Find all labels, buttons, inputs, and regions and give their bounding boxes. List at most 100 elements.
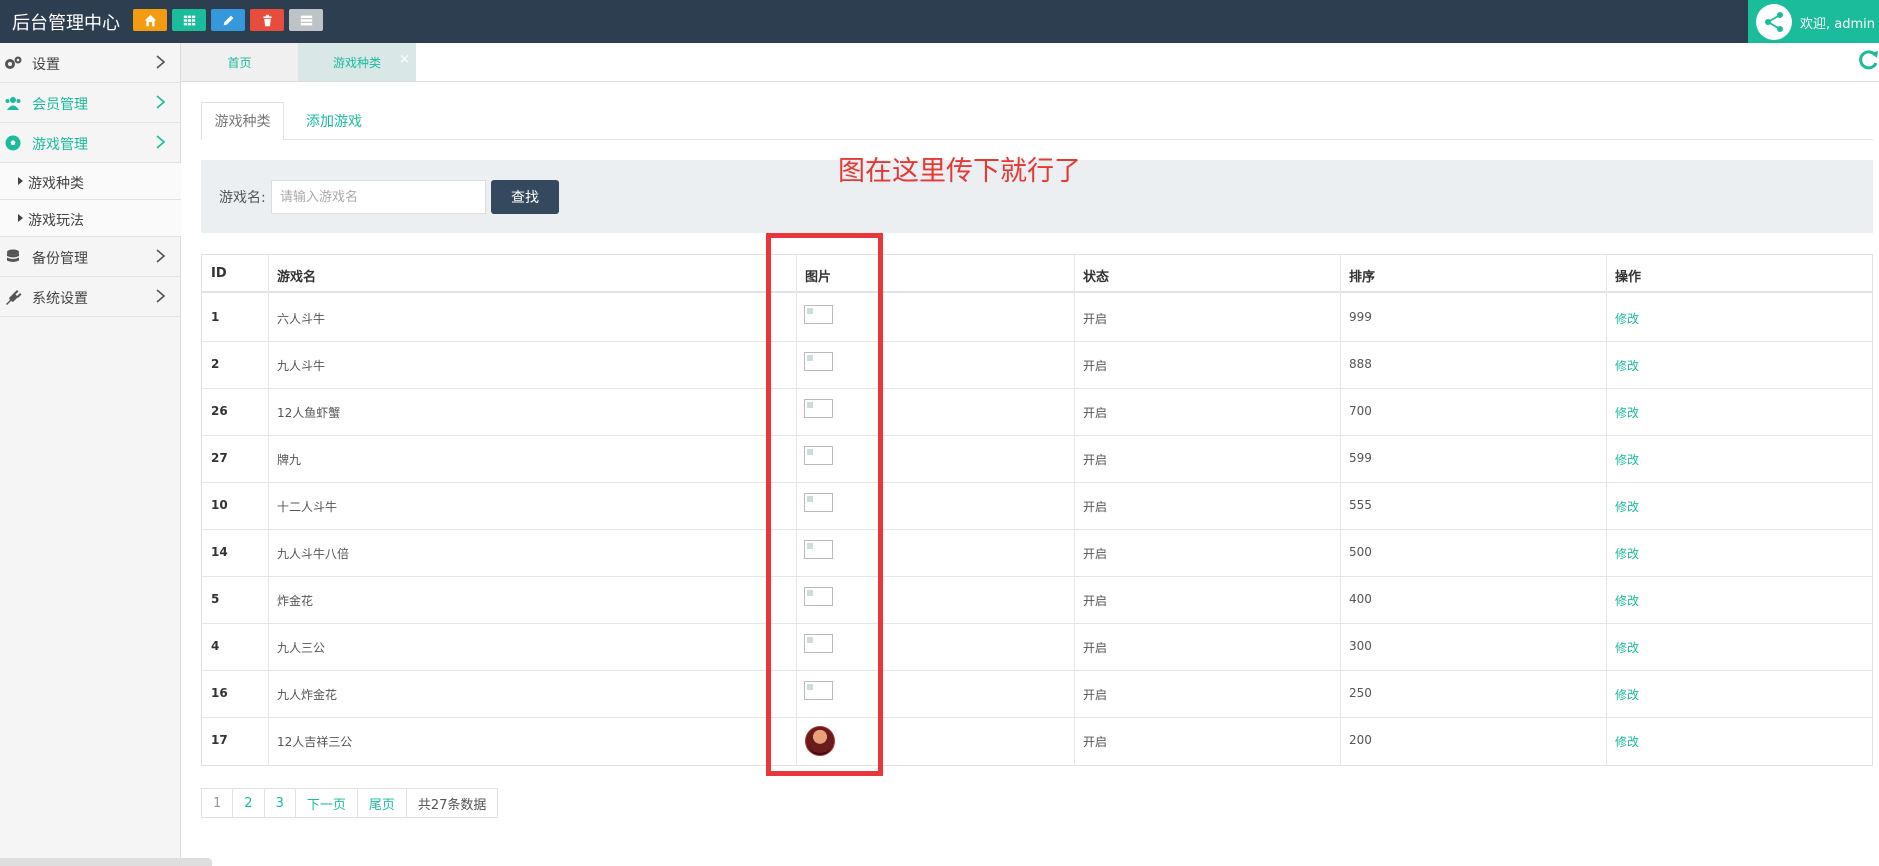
refresh-icon[interactable] xyxy=(1859,49,1879,71)
chevron-right-icon xyxy=(156,249,165,263)
tab-game-types[interactable]: 游戏种类 × xyxy=(298,43,416,81)
broken-image-icon xyxy=(804,681,833,700)
cell-sort: 599 xyxy=(1349,451,1372,465)
sidebar-item-games[interactable]: 游戏管理 xyxy=(0,123,181,163)
close-icon[interactable]: × xyxy=(399,52,410,67)
page-1[interactable]: 1 xyxy=(202,789,234,817)
table-row: 27 牌九 开启 599 修改 xyxy=(202,436,1872,483)
tab-label: 添加游戏 xyxy=(306,114,362,130)
sidebar-subitem-label: 游戏种类 xyxy=(28,176,84,192)
top-header: 后台管理中心 欢迎, admin ▾ xyxy=(0,0,1879,43)
users-icon xyxy=(4,95,22,111)
edit-link[interactable]: 修改 xyxy=(1615,545,1639,562)
edit-quick-button[interactable] xyxy=(211,9,245,31)
last-page-link[interactable]: 尾页 xyxy=(357,789,407,817)
table-row: 4 九人三公 开启 300 修改 xyxy=(202,624,1872,671)
table-row: 5 炸金花 开启 400 修改 xyxy=(202,577,1872,624)
cell-sort: 400 xyxy=(1349,592,1372,606)
sidebar-subitem-game-types[interactable]: 游戏种类 xyxy=(0,163,181,200)
edit-link[interactable]: 修改 xyxy=(1615,733,1639,750)
table-row: 14 九人斗牛八倍 开启 500 修改 xyxy=(202,530,1872,577)
tab-home[interactable]: 首页 xyxy=(181,43,298,81)
list-icon xyxy=(300,15,312,25)
content-tabs: 游戏种类 添加游戏 xyxy=(201,102,1873,140)
chevron-right-icon xyxy=(156,135,165,149)
cell-sort: 500 xyxy=(1349,545,1372,559)
cell-status: 开启 xyxy=(1083,453,1108,467)
pencil-icon xyxy=(223,15,233,25)
tab-label: 游戏种类 xyxy=(214,114,271,130)
trash-icon xyxy=(262,14,272,26)
cell-name: 九人斗牛 xyxy=(277,359,326,373)
total-count: 共27条数据 xyxy=(406,789,498,817)
table-row: 26 12人鱼虾蟹 开启 700 修改 xyxy=(202,389,1872,436)
sidebar-item-members[interactable]: 会员管理 xyxy=(0,83,181,123)
browser-status-bar xyxy=(0,858,212,866)
caret-right-icon xyxy=(18,214,23,222)
cell-id: 26 xyxy=(211,404,228,418)
edit-link[interactable]: 修改 xyxy=(1615,310,1639,327)
edit-link[interactable]: 修改 xyxy=(1615,686,1639,703)
sidebar-item-system-settings[interactable]: 系统设置 xyxy=(0,277,181,317)
avatar xyxy=(1756,4,1792,40)
table-row: 1 六人斗牛 开启 999 修改 xyxy=(202,295,1872,342)
sidebar-item-backup[interactable]: 备份管理 xyxy=(0,237,181,277)
edit-link[interactable]: 修改 xyxy=(1615,451,1639,468)
sidebar-subitem-label: 游戏玩法 xyxy=(28,213,84,229)
broken-image-icon xyxy=(804,587,833,606)
tab-game-types-list[interactable]: 游戏种类 xyxy=(201,102,284,140)
cell-id: 17 xyxy=(211,733,228,747)
cell-sort: 250 xyxy=(1349,686,1372,700)
broken-image-icon xyxy=(804,634,833,653)
sidebar: 设置 会员管理 游戏管理 游戏种类 游戏玩法 备份管理 系统设置 xyxy=(0,43,181,866)
broken-image-icon xyxy=(804,446,833,465)
column-header-actions: 操作 xyxy=(1615,270,1642,285)
page-2[interactable]: 2 xyxy=(233,789,265,817)
broken-image-icon xyxy=(804,305,833,324)
sidebar-item-label: 系统设置 xyxy=(32,291,88,307)
home-quick-button[interactable] xyxy=(133,9,167,31)
edit-link[interactable]: 修改 xyxy=(1615,639,1639,656)
gears-icon xyxy=(4,55,22,71)
edit-link[interactable]: 修改 xyxy=(1615,498,1639,515)
next-page-link[interactable]: 下一页 xyxy=(295,789,358,817)
sidebar-item-settings[interactable]: 设置 xyxy=(0,43,181,83)
annotation-text: 图在这里传下就行了 xyxy=(838,156,1081,187)
cell-name: 12人鱼虾蟹 xyxy=(277,406,341,420)
cell-name: 九人斗牛八倍 xyxy=(277,547,350,561)
tab-label: 首页 xyxy=(227,55,252,70)
soccer-ball-icon xyxy=(4,135,22,151)
grid-quick-button[interactable] xyxy=(172,9,206,31)
edit-link[interactable]: 修改 xyxy=(1615,357,1639,374)
table-row: 10 十二人斗牛 开启 555 修改 xyxy=(202,483,1872,530)
chevron-right-icon xyxy=(156,95,165,109)
delete-quick-button[interactable] xyxy=(250,9,284,31)
sidebar-item-label: 备份管理 xyxy=(32,251,88,267)
cell-id: 5 xyxy=(211,592,220,606)
cell-sort: 555 xyxy=(1349,498,1372,512)
cell-name: 十二人斗牛 xyxy=(277,500,338,514)
page-3[interactable]: 3 xyxy=(264,789,296,817)
cell-status: 开启 xyxy=(1083,688,1108,702)
cell-id: 14 xyxy=(211,545,228,559)
page-tab-bar: 首页 游戏种类 × xyxy=(181,43,1879,82)
edit-link[interactable]: 修改 xyxy=(1615,404,1639,421)
cell-id: 10 xyxy=(211,498,228,512)
column-header-sort: 排序 xyxy=(1349,270,1376,285)
game-name-search-input[interactable] xyxy=(271,180,486,214)
sidebar-item-label: 会员管理 xyxy=(32,97,88,113)
search-button[interactable]: 查找 xyxy=(491,180,559,214)
cell-status: 开启 xyxy=(1083,359,1108,373)
chevron-right-icon xyxy=(156,289,165,303)
broken-image-icon xyxy=(804,540,833,559)
list-quick-button[interactable] xyxy=(289,9,323,31)
edit-link[interactable]: 修改 xyxy=(1615,592,1639,609)
sidebar-subitem-game-rules[interactable]: 游戏玩法 xyxy=(0,200,181,237)
user-menu[interactable]: 欢迎, admin ▾ xyxy=(1748,0,1879,43)
tab-add-game[interactable]: 添加游戏 xyxy=(284,102,384,140)
broken-image-icon xyxy=(804,493,833,512)
database-icon xyxy=(4,249,22,265)
cell-name: 12人吉祥三公 xyxy=(277,735,353,749)
cell-id: 2 xyxy=(211,357,220,371)
cell-id: 1 xyxy=(211,310,220,324)
